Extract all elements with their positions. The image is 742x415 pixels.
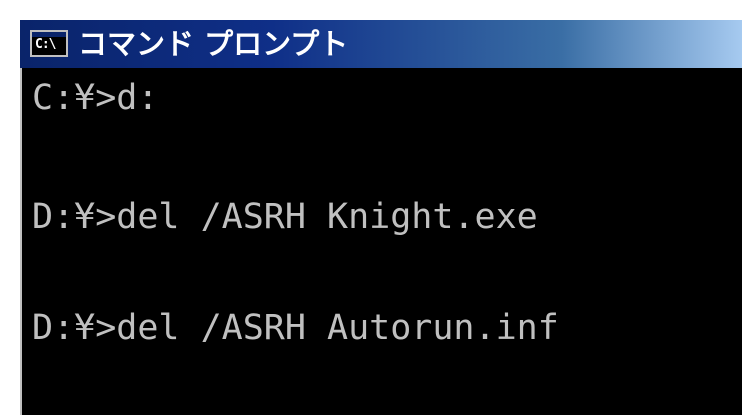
- cmd-icon[interactable]: C:\: [30, 30, 68, 57]
- console-output-area[interactable]: C:¥>d: D:¥>del /ASRH Knight.exe D:¥>del …: [20, 68, 742, 415]
- console-line-3: D:¥>del /ASRH Knight.exe: [32, 197, 538, 237]
- console-line-1: C:¥>d:: [32, 78, 159, 118]
- window-title: コマンド プロンプト: [78, 27, 349, 61]
- window-left-margin: [0, 0, 20, 415]
- window-top-margin: [0, 0, 742, 20]
- command-prompt-window: C:\ コマンド プロンプト C:¥>d: D:¥>del /ASRH Knig…: [0, 0, 742, 415]
- cmd-icon-label: C:\: [35, 37, 57, 52]
- console-line-5: D:¥>del /ASRH Autorun.inf: [32, 308, 559, 348]
- title-bar[interactable]: C:\ コマンド プロンプト: [20, 20, 742, 68]
